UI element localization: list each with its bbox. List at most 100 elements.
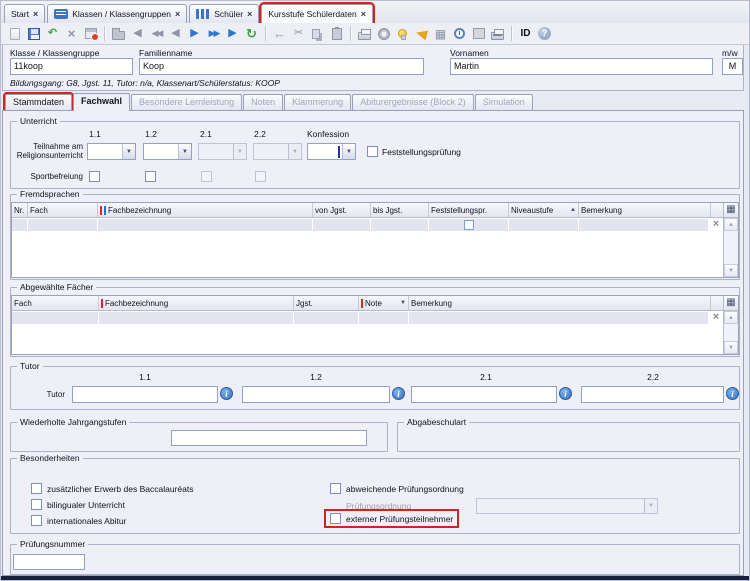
tutor-field-11[interactable] bbox=[72, 386, 218, 403]
religion-combo-12[interactable]: ▼ bbox=[143, 143, 192, 160]
tab-fachwahl[interactable]: Fachwahl bbox=[73, 93, 130, 111]
column-header-von-jgst[interactable]: von Jgst. bbox=[313, 203, 371, 217]
scroll-up-icon[interactable]: ▲ bbox=[724, 311, 738, 324]
pruefungsnummer-field[interactable] bbox=[13, 554, 85, 570]
close-icon[interactable]: × bbox=[33, 9, 38, 19]
tab-simulation[interactable]: Simulation bbox=[475, 94, 533, 111]
column-header-fachbezeichnung[interactable]: Fachbezeichnung bbox=[99, 296, 294, 310]
cell-bemerkung[interactable] bbox=[409, 312, 708, 324]
cut-button[interactable]: ✂ bbox=[290, 25, 307, 43]
close-icon[interactable]: × bbox=[247, 9, 252, 19]
feststellungspr-cell-checkbox[interactable] bbox=[464, 220, 474, 230]
column-header-fachbezeichnung[interactable]: Fachbezeichnung bbox=[98, 203, 313, 217]
wiederholte-jahrgangstufen-field[interactable] bbox=[171, 430, 367, 446]
customize-columns-button[interactable]: ▦ bbox=[724, 203, 738, 218]
column-header-fach[interactable]: Fach bbox=[28, 203, 98, 217]
copy-button[interactable] bbox=[309, 25, 326, 43]
cell-fach[interactable] bbox=[28, 219, 97, 231]
tutor-field-21[interactable] bbox=[411, 386, 557, 403]
grid-tool-button[interactable]: ▦ bbox=[432, 25, 449, 43]
info-icon[interactable]: i bbox=[392, 387, 405, 400]
sportbefreiung-checkbox-11[interactable] bbox=[89, 171, 100, 182]
klasse-field[interactable]: 11koop bbox=[10, 58, 133, 75]
next-record-button[interactable]: ▶ bbox=[186, 25, 203, 43]
media-button[interactable] bbox=[375, 25, 392, 43]
tab-schueler[interactable]: Schüler × bbox=[189, 4, 259, 23]
column-header-niveaustufe[interactable]: Niveaustufe▲ bbox=[509, 203, 579, 217]
print-button[interactable] bbox=[356, 25, 373, 43]
cell-von-jgst[interactable] bbox=[313, 219, 370, 231]
close-icon[interactable]: × bbox=[175, 9, 180, 19]
refresh-button[interactable]: ↻ bbox=[243, 25, 260, 43]
abweichende-pruefungsordnung-checkbox[interactable] bbox=[330, 483, 341, 494]
close-icon[interactable]: × bbox=[361, 9, 366, 19]
first-record-button[interactable]: ◀ bbox=[129, 25, 146, 43]
baccalaureat-checkbox[interactable] bbox=[31, 483, 42, 494]
konfession-combo[interactable]: ▼ bbox=[307, 143, 356, 160]
tab-start[interactable]: Start × bbox=[4, 4, 45, 23]
tab-klammerung[interactable]: Klammerung bbox=[284, 94, 351, 111]
row-delete-icon[interactable]: × bbox=[709, 311, 723, 325]
feststellungspruefung-checkbox[interactable] bbox=[367, 146, 378, 157]
export-print-button[interactable] bbox=[489, 25, 506, 43]
bilingual-checkbox[interactable] bbox=[31, 499, 42, 510]
info-icon[interactable]: i bbox=[559, 387, 572, 400]
internationales-abitur-checkbox[interactable] bbox=[31, 515, 42, 526]
last-record-button[interactable]: ▶ bbox=[224, 25, 241, 43]
tab-noten[interactable]: Noten bbox=[243, 94, 283, 111]
cell-bemerkung[interactable] bbox=[579, 219, 708, 231]
fast-next-button[interactable]: ▶▶ bbox=[205, 25, 222, 43]
card-button[interactable] bbox=[470, 25, 487, 43]
religion-combo-11[interactable]: ▼ bbox=[87, 143, 136, 160]
cell-nr[interactable] bbox=[12, 219, 27, 231]
chevron-down-icon[interactable]: ▼ bbox=[122, 144, 135, 159]
vornamen-field[interactable]: Martin bbox=[450, 58, 713, 75]
cell-jgst[interactable] bbox=[294, 312, 358, 324]
cell-fachbezeichnung[interactable] bbox=[98, 219, 312, 231]
table-row[interactable]: × bbox=[12, 311, 723, 325]
row-delete-icon[interactable]: × bbox=[709, 218, 723, 232]
column-header-jgst[interactable]: Jgst. bbox=[294, 296, 359, 310]
tab-besondere-lernleistung[interactable]: Besondere Lernleistung bbox=[131, 94, 242, 111]
table-row[interactable]: × bbox=[12, 218, 723, 232]
column-header-bemerkung[interactable]: Bemerkung bbox=[579, 203, 711, 217]
column-header-bis-jgst[interactable]: bis Jgst. bbox=[371, 203, 429, 217]
back-button[interactable]: ← bbox=[271, 25, 288, 43]
delete-record-button[interactable]: × bbox=[63, 25, 80, 43]
column-header-note[interactable]: Note▼ bbox=[359, 296, 409, 310]
folder-button[interactable] bbox=[110, 25, 127, 43]
customize-columns-button[interactable]: ▦ bbox=[724, 296, 738, 311]
scroll-down-icon[interactable]: ▼ bbox=[724, 341, 738, 354]
fast-previous-button[interactable]: ◀◀ bbox=[148, 25, 165, 43]
tab-kursstufe-schuelerdaten[interactable]: Kursstufe Schülerdaten × bbox=[261, 4, 373, 23]
externer-pruefungsteilnehmer-checkbox[interactable] bbox=[330, 513, 341, 524]
column-header-bemerkung[interactable]: Bemerkung bbox=[409, 296, 711, 310]
notify-button[interactable] bbox=[413, 25, 430, 43]
scrollbar-track[interactable] bbox=[724, 231, 738, 264]
scroll-up-icon[interactable]: ▲ bbox=[724, 218, 738, 231]
cell-note[interactable] bbox=[359, 312, 408, 324]
cell-bis-jgst[interactable] bbox=[371, 219, 428, 231]
chevron-down-icon[interactable]: ▼ bbox=[178, 144, 191, 159]
info-icon[interactable]: i bbox=[726, 387, 739, 400]
id-button[interactable]: ID bbox=[517, 25, 534, 43]
help-button[interactable]: ? bbox=[536, 25, 553, 43]
column-header-nr[interactable]: Nr. bbox=[12, 203, 28, 217]
column-header-fach[interactable]: Fach bbox=[12, 296, 99, 310]
paste-button[interactable] bbox=[328, 25, 345, 43]
new-record-button[interactable] bbox=[6, 25, 23, 43]
cell-fach[interactable] bbox=[12, 312, 98, 324]
tab-klassen-klassengruppen[interactable]: Klassen / Klassengruppen × bbox=[47, 4, 187, 23]
sportbefreiung-checkbox-12[interactable] bbox=[145, 171, 156, 182]
info-icon[interactable]: i bbox=[220, 387, 233, 400]
scrollbar-track[interactable] bbox=[724, 324, 738, 341]
hint-button[interactable] bbox=[394, 25, 411, 43]
scroll-down-icon[interactable]: ▼ bbox=[724, 264, 738, 277]
tutor-field-12[interactable] bbox=[242, 386, 390, 403]
edit-form-button[interactable] bbox=[82, 25, 99, 43]
previous-record-button[interactable]: ◀ bbox=[167, 25, 184, 43]
undo-button[interactable]: ↶ bbox=[44, 25, 61, 43]
familienname-field[interactable]: Koop bbox=[139, 58, 424, 75]
chevron-down-icon[interactable]: ▼ bbox=[342, 144, 355, 159]
save-button[interactable] bbox=[25, 25, 42, 43]
